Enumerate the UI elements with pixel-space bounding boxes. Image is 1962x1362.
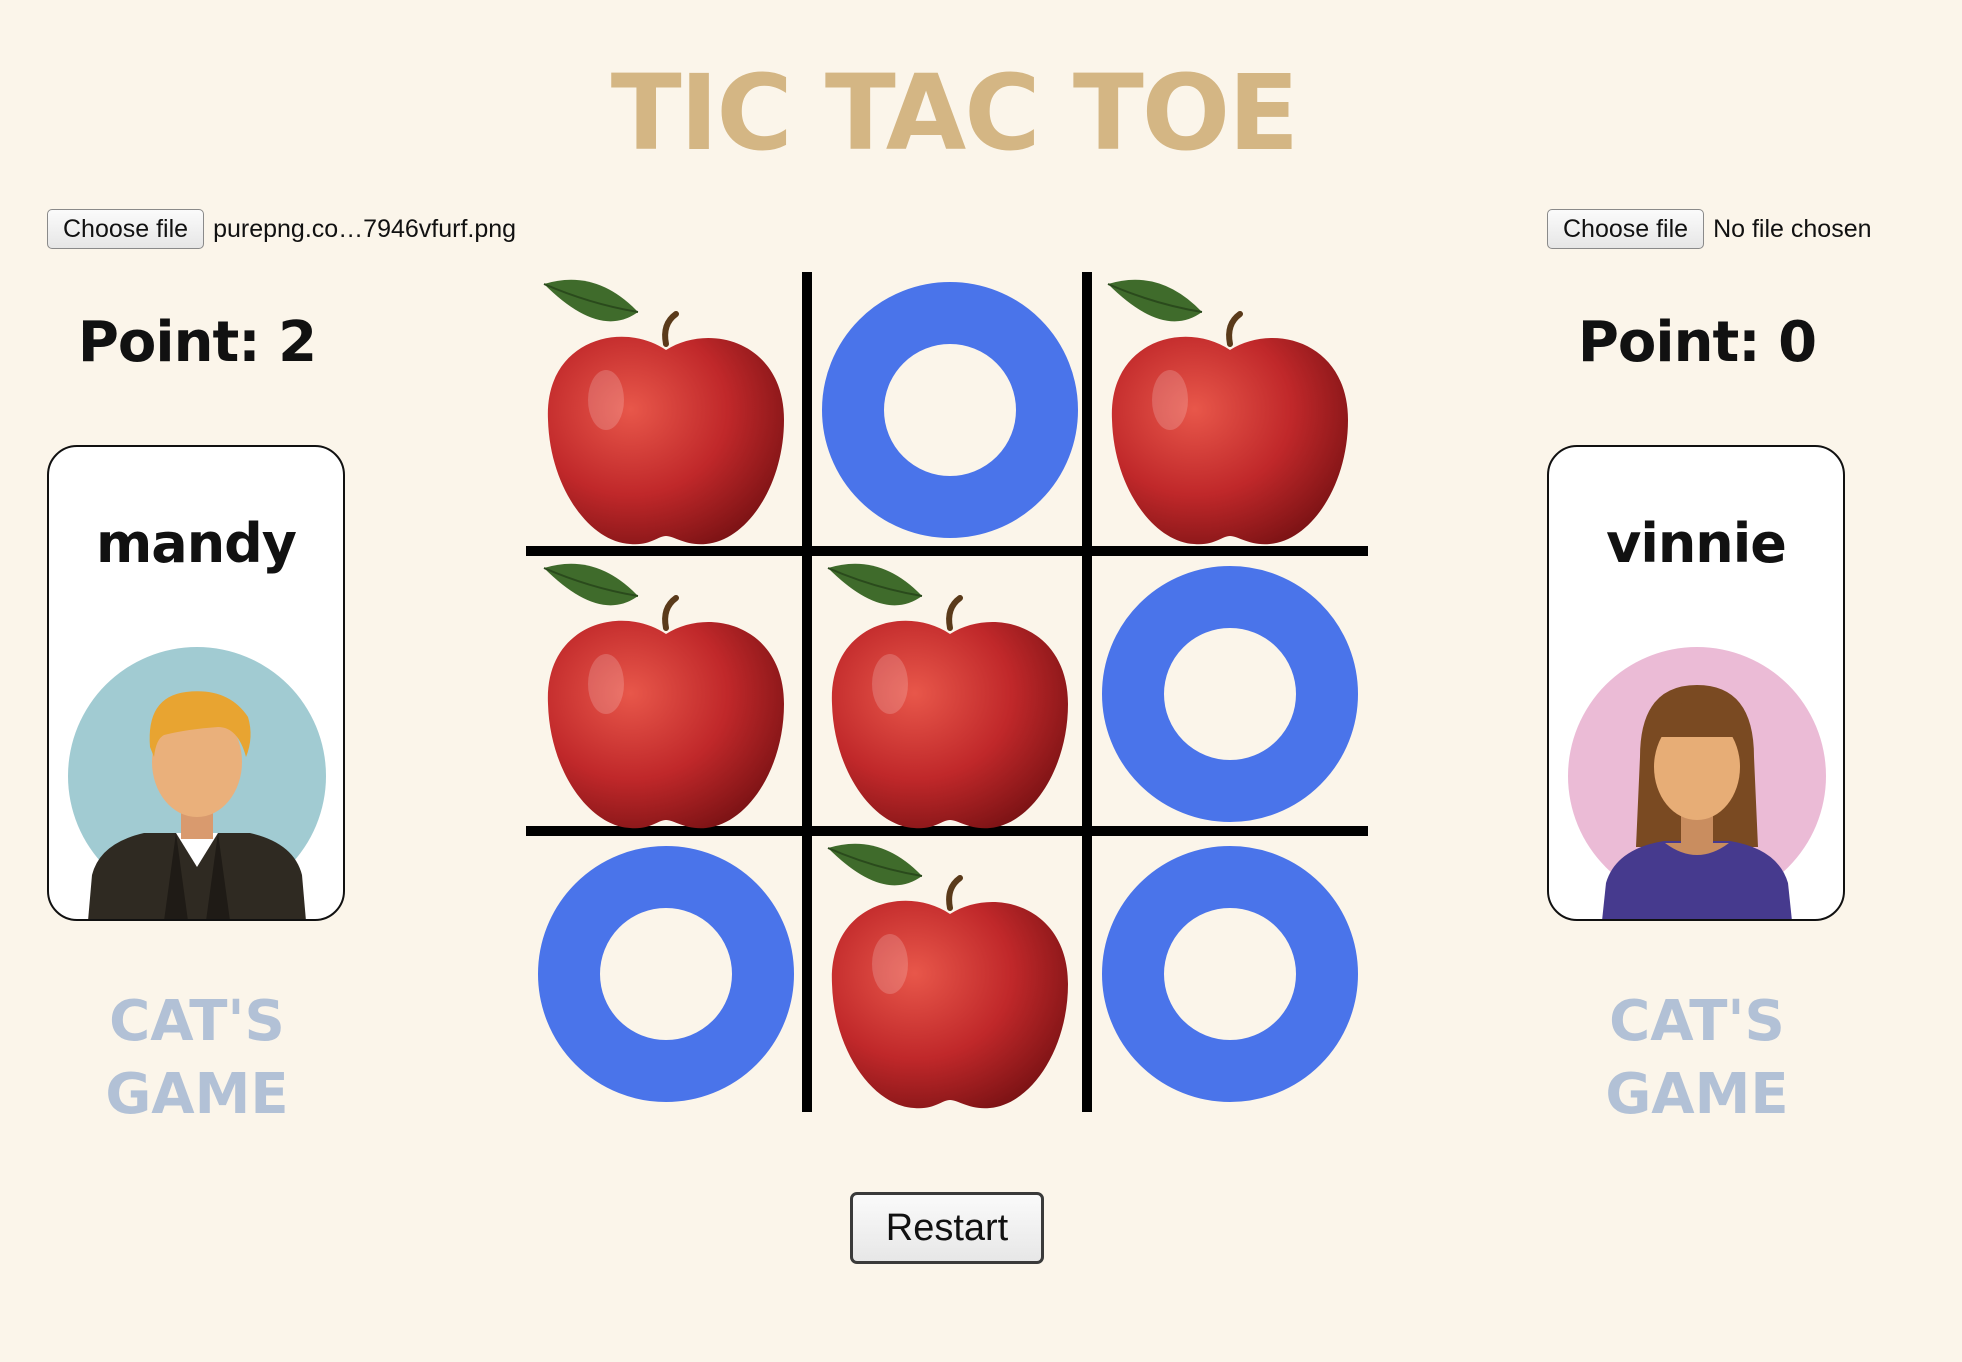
player1-status: CAT'S GAME [47,985,347,1131]
woman-avatar-icon [1568,647,1826,919]
ring-icon [538,846,794,1102]
player2-card: vinnie [1547,445,1845,921]
game-title: TIC TAC TOE [610,52,1299,174]
player1-status-line2: GAME [105,1062,289,1127]
board-cell-4[interactable] [526,554,806,834]
game-page: TIC TAC TOE Choose file purepng.co…7946v… [0,0,1962,1362]
man-avatar-icon [68,647,326,919]
restart-button[interactable]: Restart [850,1192,1044,1264]
board-cell-8[interactable] [810,834,1090,1114]
player2-points: Point: 0 [1577,310,1817,375]
apple-icon [827,563,1068,829]
apple-icon [543,563,784,829]
apple-icon [827,843,1068,1109]
player2-status-line1: CAT'S [1609,989,1785,1054]
board-cell-7[interactable] [526,834,806,1114]
player2-file-name: No file chosen [1713,214,1872,243]
board-cell-1[interactable] [526,270,806,550]
player2-name: vinnie [1606,512,1787,575]
player1-file-name: purepng.co…7946vfurf.png [213,214,517,243]
board-cell-6[interactable] [1090,554,1370,834]
board-cell-2[interactable] [810,270,1090,550]
apple-icon [543,279,784,545]
board-cell-5[interactable] [810,554,1090,834]
player2-status: CAT'S GAME [1547,985,1847,1131]
player1-card: mandy [47,445,345,921]
ring-icon [822,282,1078,538]
player1-status-line1: CAT'S [109,989,285,1054]
player1-points: Point: 2 [77,310,317,375]
player1-choose-file-button[interactable]: Choose file [47,209,205,249]
board-cell-9[interactable] [1090,834,1370,1114]
board-cell-3[interactable] [1090,270,1370,550]
player2-choose-file-button[interactable]: Choose file [1547,209,1705,249]
ring-icon [1102,846,1358,1102]
player2-file-picker: Choose file No file chosen [1547,209,1872,249]
player1-name: mandy [95,512,297,575]
game-board [526,270,1368,1112]
player2-status-line2: GAME [1605,1062,1789,1127]
ring-icon [1102,566,1358,822]
player1-file-picker: Choose file purepng.co…7946vfurf.png [47,209,516,249]
apple-icon [1107,279,1348,545]
